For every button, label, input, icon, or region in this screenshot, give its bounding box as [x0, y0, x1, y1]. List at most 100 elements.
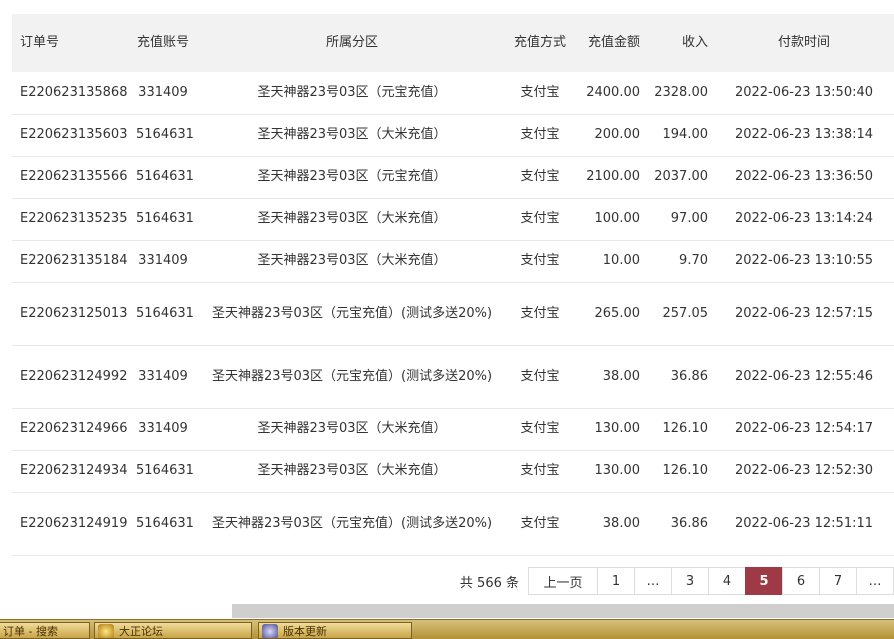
cell-zone: 圣天神器23号03区（元宝充值）: [196, 72, 508, 115]
table-row: E220623135235 5164631 圣天神器23号03区（大米充值） 支付宝 1…: [12, 198, 894, 241]
page-button[interactable]: 7: [819, 567, 857, 595]
header-order: 订单号: [12, 14, 130, 72]
cell-time: 2022-06-23 12:54:17: [714, 408, 894, 451]
table-row: E220623135868 331409 圣天神器23号03区（元宝充值） 支付宝 24…: [12, 72, 894, 115]
cell-zone: 圣天神器23号03区（元宝充值）(测试多送20%): [196, 282, 508, 346]
table-body: E220623135868 331409 圣天神器23号03区（元宝充值） 支付宝 24…: [12, 72, 894, 556]
cell-amount: 38.00: [572, 345, 646, 409]
table-row: E220623135566 5164631 圣天神器23号03区（元宝充值） 支付宝 2…: [12, 156, 894, 199]
cell-zone: 圣天神器23号03区（大米充值）: [196, 114, 508, 157]
cell-time: 2022-06-23 13:36:50: [714, 156, 894, 199]
table-row: E220623124934 5164631 圣天神器23号03区（大米充值） 支付宝 1…: [12, 450, 894, 493]
top-strip: [0, 0, 894, 4]
pagination: 共 566 条 上一页 1 … 3 4 5 6 7 …: [460, 566, 894, 596]
cell-account: 331409: [130, 408, 196, 451]
cell-income: 126.10: [646, 408, 714, 451]
cell-account: 5164631: [130, 282, 196, 346]
cell-account: 5164631: [130, 114, 196, 157]
taskbar-item-forum[interactable]: 大正论坛: [94, 622, 252, 639]
cell-order: E220623124919: [12, 492, 130, 556]
game-icon: [98, 624, 114, 638]
prev-page-button[interactable]: 上一页: [528, 567, 598, 595]
cell-amount: 2100.00: [572, 156, 646, 199]
page-ellipsis[interactable]: …: [856, 567, 894, 595]
taskbar-item-update[interactable]: 版本更新: [258, 622, 412, 639]
page-button[interactable]: 1: [597, 567, 635, 595]
cell-amount: 130.00: [572, 408, 646, 451]
cell-amount: 265.00: [572, 282, 646, 346]
table-row: E220623124919 5164631 圣天神器23号03区（元宝充值）(测试多…: [12, 492, 894, 556]
cell-order: E220623135603: [12, 114, 130, 157]
cell-income: 36.86: [646, 492, 714, 556]
cell-income: 2037.00: [646, 156, 714, 199]
cell-account: 5164631: [130, 198, 196, 241]
pagination-total: 共 566 条: [459, 575, 519, 591]
cell-time: 2022-06-23 13:38:14: [714, 114, 894, 157]
cell-time: 2022-06-23 12:55:46: [714, 345, 894, 409]
cell-order: E220623124934: [12, 450, 130, 493]
table-row: E220623135603 5164631 圣天神器23号03区（大米充值） 支付宝 2…: [12, 114, 894, 157]
cell-income: 257.05: [646, 282, 714, 346]
cell-time: 2022-06-23 12:57:15: [714, 282, 894, 346]
page-button[interactable]: 3: [671, 567, 709, 595]
cell-order: E220623124992: [12, 345, 130, 409]
orders-table: 订单号 充值账号 所属分区 充值方式 充值金额 收入 付款时间 E2206231…: [12, 14, 894, 556]
cell-method: 支付宝: [508, 72, 572, 115]
header-zone: 所属分区: [196, 14, 508, 72]
cell-order: E220623135868: [12, 72, 130, 115]
cell-method: 支付宝: [508, 345, 572, 409]
cell-zone: 圣天神器23号03区（元宝充值）(测试多送20%): [196, 345, 508, 409]
cell-zone: 圣天神器23号03区（元宝充值）(测试多送20%): [196, 492, 508, 556]
cell-method: 支付宝: [508, 198, 572, 241]
cell-income: 9.70: [646, 240, 714, 283]
cell-income: 194.00: [646, 114, 714, 157]
cell-time: 2022-06-23 13:50:40: [714, 72, 894, 115]
horizontal-scrollbar[interactable]: [232, 604, 894, 618]
taskbar-item-label: 大正论坛: [119, 625, 163, 638]
cell-amount: 10.00: [572, 240, 646, 283]
cell-zone: 圣天神器23号03区（元宝充值）: [196, 156, 508, 199]
cell-account: 5164631: [130, 156, 196, 199]
cell-zone: 圣天神器23号03区（大米充值）: [196, 450, 508, 493]
table-row: E220623135184 331409 圣天神器23号03区（大米充值） 支付宝 10…: [12, 240, 894, 283]
cell-method: 支付宝: [508, 156, 572, 199]
cell-account: 5164631: [130, 450, 196, 493]
page-button[interactable]: 4: [708, 567, 746, 595]
page-ellipsis[interactable]: …: [634, 567, 672, 595]
cell-account: 331409: [130, 72, 196, 115]
cell-order: E220623135235: [12, 198, 130, 241]
cell-account: 331409: [130, 240, 196, 283]
cell-time: 2022-06-23 13:14:24: [714, 198, 894, 241]
taskbar: 订单 - 搜索 大正论坛 版本更新: [0, 619, 894, 639]
cell-account: 5164631: [130, 492, 196, 556]
cell-method: 支付宝: [508, 240, 572, 283]
header-time: 付款时间: [714, 14, 894, 72]
taskbar-item-search[interactable]: 订单 - 搜索: [0, 622, 90, 639]
cell-income: 2328.00: [646, 72, 714, 115]
table-header-row: 订单号 充值账号 所属分区 充值方式 充值金额 收入 付款时间: [12, 14, 894, 72]
cell-order: E220623135566: [12, 156, 130, 199]
cell-order: E220623125013: [12, 282, 130, 346]
cell-method: 支付宝: [508, 114, 572, 157]
cell-income: 36.86: [646, 345, 714, 409]
cell-time: 2022-06-23 13:10:55: [714, 240, 894, 283]
header-income: 收入: [646, 14, 714, 72]
page-button-current[interactable]: 5: [745, 567, 783, 595]
table-row: E220623125013 5164631 圣天神器23号03区（元宝充值）(测试多…: [12, 282, 894, 346]
cell-zone: 圣天神器23号03区（大米充值）: [196, 198, 508, 241]
cell-zone: 圣天神器23号03区（大米充值）: [196, 408, 508, 451]
cell-method: 支付宝: [508, 408, 572, 451]
cell-account: 331409: [130, 345, 196, 409]
cell-amount: 2400.00: [572, 72, 646, 115]
cell-income: 126.10: [646, 450, 714, 493]
cell-time: 2022-06-23 12:52:30: [714, 450, 894, 493]
table-row: E220623124966 331409 圣天神器23号03区（大米充值） 支付宝 13…: [12, 408, 894, 451]
header-amount: 充值金额: [572, 14, 646, 72]
cell-method: 支付宝: [508, 450, 572, 493]
cell-amount: 100.00: [572, 198, 646, 241]
cell-order: E220623124966: [12, 408, 130, 451]
cell-method: 支付宝: [508, 492, 572, 556]
header-account: 充值账号: [130, 14, 196, 72]
page-button[interactable]: 6: [782, 567, 820, 595]
taskbar-item-label: 订单 - 搜索: [3, 625, 58, 638]
